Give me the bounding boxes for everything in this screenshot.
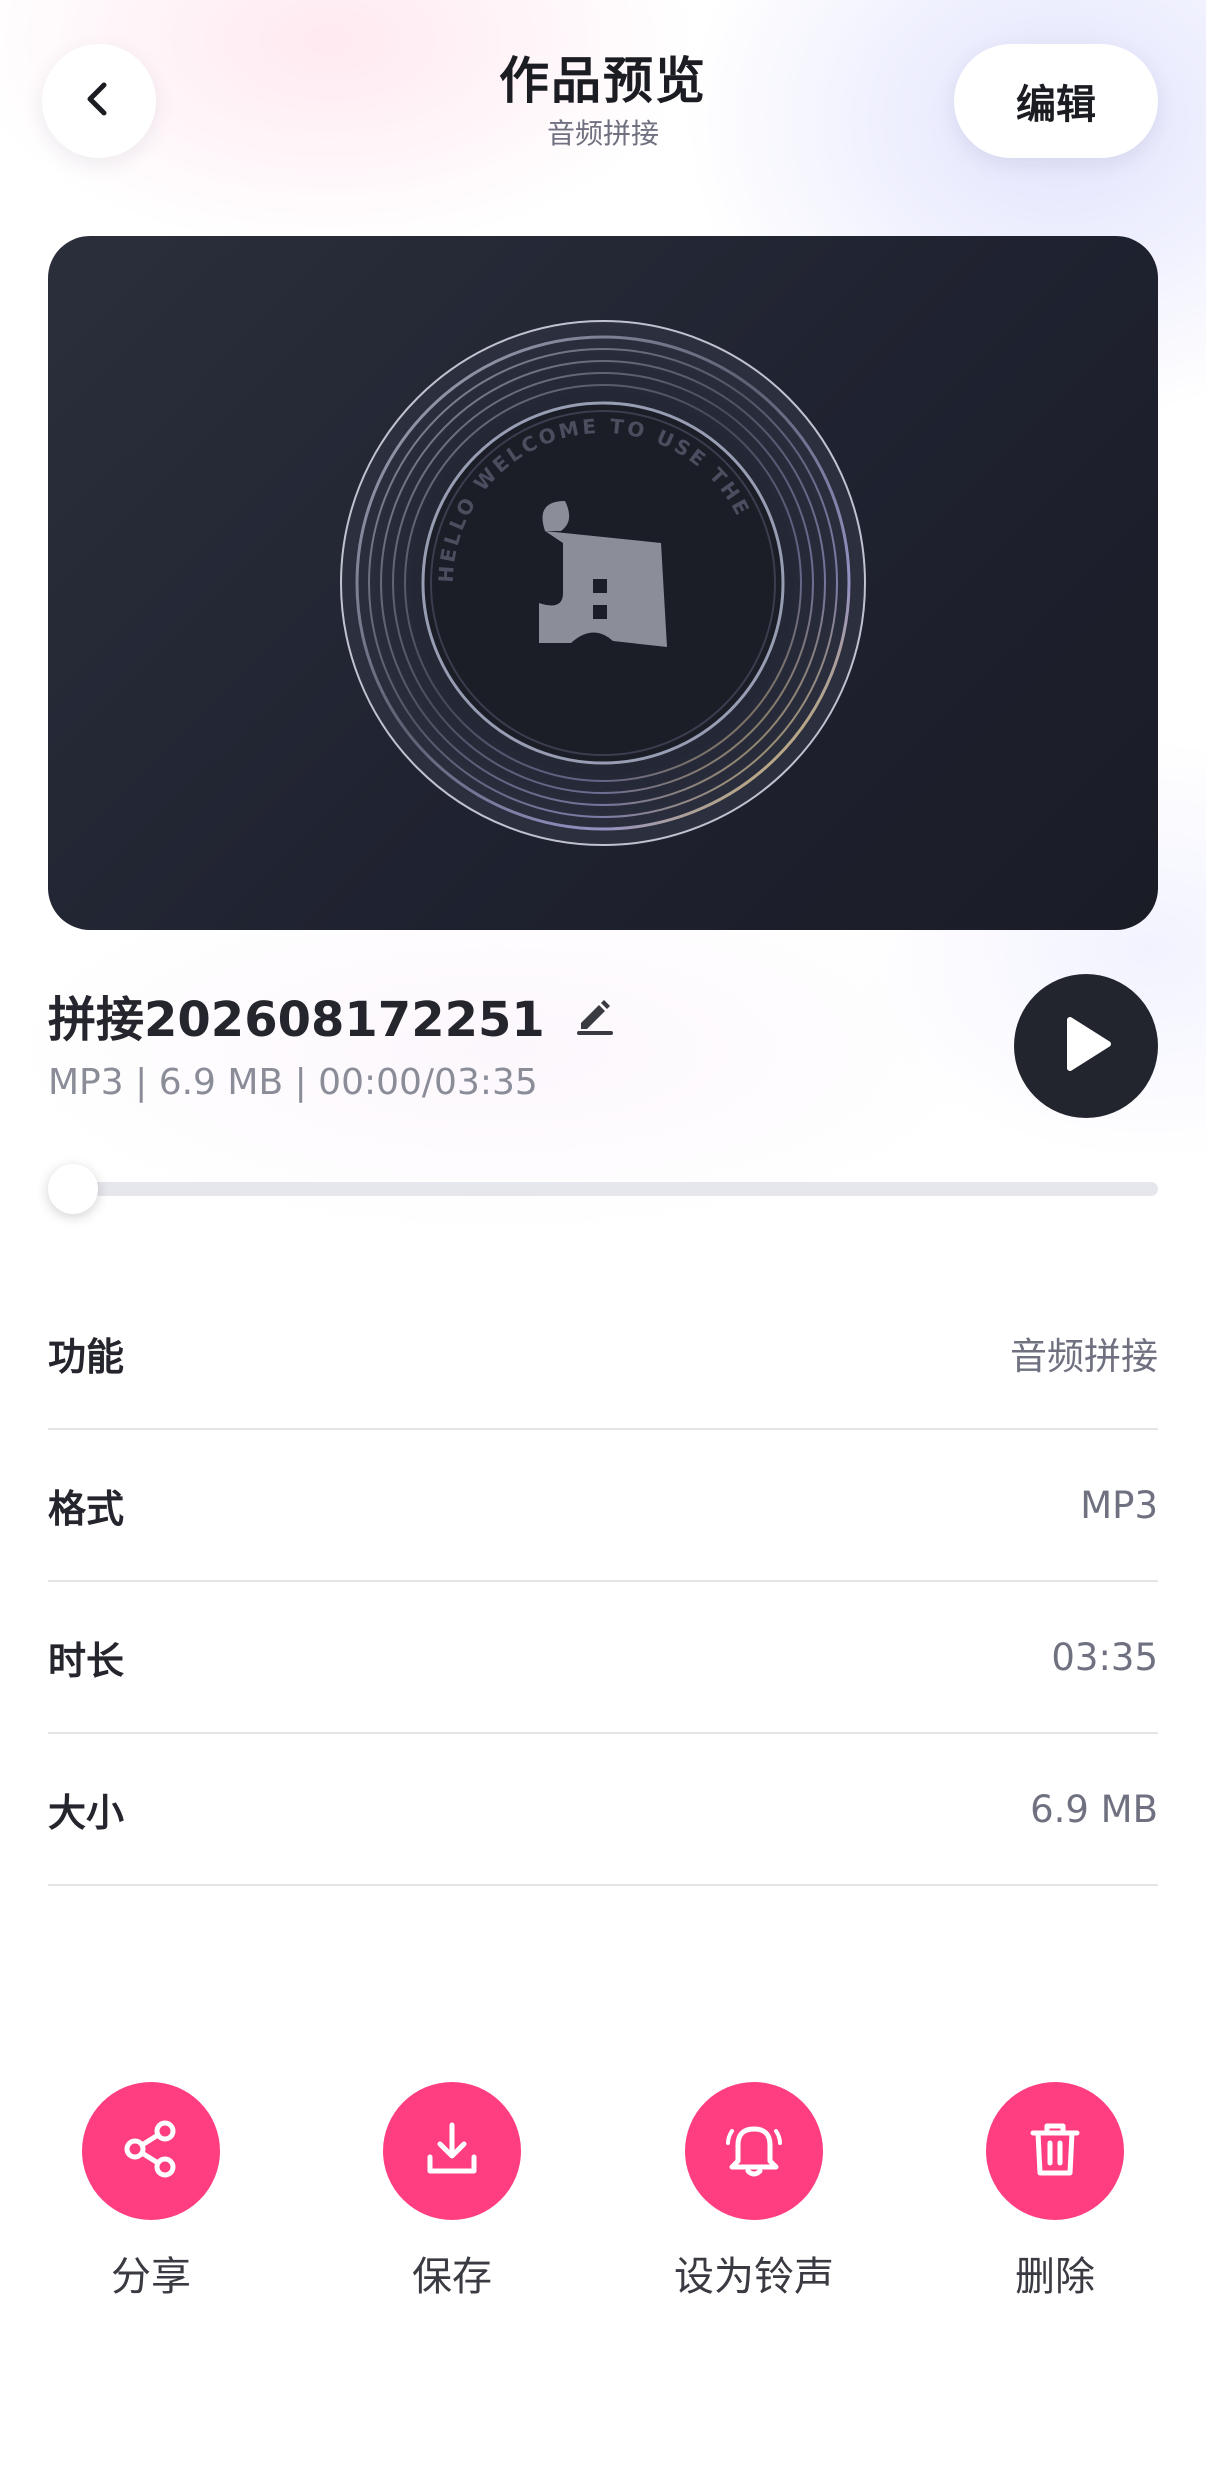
info-label: 功能 — [48, 1334, 125, 1379]
play-icon — [1056, 1014, 1116, 1078]
trash-icon — [1023, 2117, 1087, 2185]
delete-button[interactable]: 删除 — [935, 2082, 1175, 2302]
header-title-group: 作品预览 音频拼接 — [300, 48, 906, 154]
share-label: 分享 — [111, 2254, 191, 2300]
page-subtitle: 音频拼接 — [546, 117, 659, 150]
vinyl-disc-icon: HELLO WELCOME TO USE THE — [340, 320, 866, 846]
delete-label: 删除 — [1015, 2254, 1095, 2300]
page-title: 作品预览 — [499, 52, 707, 110]
info-value: MP3 — [1080, 1483, 1158, 1527]
edit-button[interactable]: 编辑 — [954, 44, 1158, 158]
progress-thumb[interactable] — [48, 1164, 98, 1214]
set-ringtone-button[interactable]: 设为铃声 — [634, 2082, 874, 2302]
preview-page: 作品预览 音频拼接 编辑 HELLO WELCOME TO USE THE 拼接… — [0, 0, 1206, 2487]
share-button-circle[interactable] — [82, 2082, 220, 2220]
info-list: 功能 音频拼接 格式 MP3 时长 03:35 大小 6.9 MB — [48, 1278, 1158, 1886]
info-row-function: 功能 音频拼接 — [48, 1278, 1158, 1430]
info-label: 大小 — [48, 1790, 125, 1835]
share-icon — [119, 2117, 183, 2185]
progress-track[interactable] — [48, 1182, 1158, 1196]
cover-artwork: HELLO WELCOME TO USE THE — [48, 236, 1158, 930]
bell-icon — [722, 2117, 786, 2185]
save-button-circle[interactable] — [383, 2082, 521, 2220]
set-ringtone-label: 设为铃声 — [674, 2254, 834, 2300]
info-row-size: 大小 6.9 MB — [48, 1734, 1158, 1886]
chevron-left-icon — [79, 79, 119, 123]
info-row-format: 格式 MP3 — [48, 1430, 1158, 1582]
set-ringtone-button-circle[interactable] — [685, 2082, 823, 2220]
play-button[interactable] — [1014, 974, 1158, 1118]
action-bar: 分享 保存 设为铃声 删除 — [0, 2082, 1206, 2302]
download-icon — [420, 2117, 484, 2185]
save-label: 保存 — [412, 2254, 492, 2300]
track-name: 拼接202608172251 — [48, 992, 545, 1048]
pencil-icon[interactable] — [573, 993, 617, 1037]
share-button[interactable]: 分享 — [31, 2082, 271, 2302]
info-label: 时长 — [48, 1638, 125, 1683]
delete-button-circle[interactable] — [986, 2082, 1124, 2220]
back-button[interactable] — [42, 44, 156, 158]
info-row-duration: 时长 03:35 — [48, 1582, 1158, 1734]
info-value: 音频拼接 — [1010, 1335, 1158, 1378]
track-title-row: 拼接202608172251 — [48, 980, 617, 1050]
track-meta: MP3 | 6.9 MB | 00:00/03:35 — [48, 1062, 538, 1103]
info-value: 03:35 — [1051, 1635, 1158, 1679]
info-value: 6.9 MB — [1030, 1787, 1158, 1831]
info-label: 格式 — [48, 1486, 125, 1531]
save-button[interactable]: 保存 — [332, 2082, 572, 2302]
